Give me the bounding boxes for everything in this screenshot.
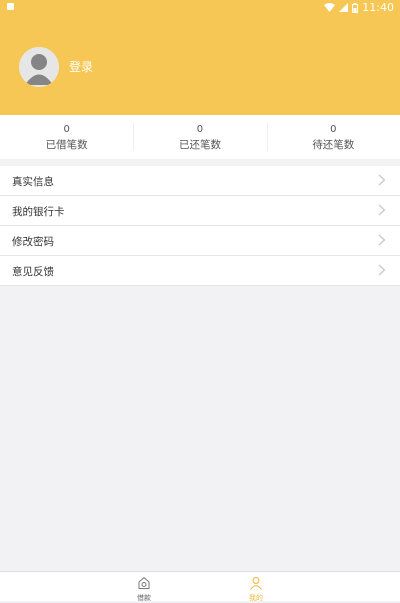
login-link[interactable]: 登录: [69, 58, 93, 75]
tab-mine[interactable]: 我的: [236, 575, 276, 603]
menu-item-change-password[interactable]: 修改密码: [0, 226, 400, 256]
battery-icon: [352, 2, 359, 13]
user-avatar-icon: [19, 47, 59, 87]
stat-value: 0: [330, 124, 337, 135]
menu-item-real-info[interactable]: 真实信息: [0, 166, 400, 196]
loan-stats: 0 已借笔数 0 已还笔数 0 待还笔数: [0, 115, 400, 159]
profile-header: 11:40 登录: [0, 0, 400, 115]
status-time: 11:40: [362, 1, 394, 14]
signal-icon: [339, 3, 349, 12]
chevron-right-icon: [378, 264, 386, 276]
wifi-icon: [324, 3, 336, 12]
person-icon: [250, 577, 262, 590]
menu-item-label: 修改密码: [12, 236, 54, 248]
stat-repaid: 0 已还笔数: [133, 115, 266, 159]
status-bar: 11:40: [0, 0, 400, 16]
stat-pending: 0 待还笔数: [266, 115, 400, 159]
stat-label: 已借笔数: [45, 139, 88, 151]
chevron-right-icon: [378, 204, 386, 216]
menu-item-label: 意见反馈: [12, 266, 54, 278]
bottom-tab-bar: 借款 我的: [0, 571, 400, 603]
avatar[interactable]: [19, 47, 59, 87]
stat-value: 0: [63, 124, 70, 135]
stat-label: 待还笔数: [312, 139, 355, 151]
notification-icon: [7, 3, 14, 10]
chevron-right-icon: [378, 174, 386, 186]
menu-item-bank-card[interactable]: 我的银行卡: [0, 196, 400, 226]
loan-icon: [138, 576, 150, 589]
settings-menu: 真实信息 我的银行卡 修改密码 意见反馈: [0, 166, 400, 286]
stat-borrowed: 0 已借笔数: [0, 115, 133, 159]
stat-value: 0: [196, 124, 204, 135]
tab-label: 借款: [137, 594, 151, 602]
menu-item-label: 真实信息: [12, 176, 54, 188]
tab-loan[interactable]: 借款: [124, 575, 164, 603]
tab-label: 我的: [249, 594, 263, 602]
stat-label: 已还笔数: [178, 139, 221, 151]
chevron-right-icon: [378, 234, 386, 246]
menu-item-label: 我的银行卡: [12, 206, 65, 218]
menu-item-feedback[interactable]: 意见反馈: [0, 256, 400, 286]
